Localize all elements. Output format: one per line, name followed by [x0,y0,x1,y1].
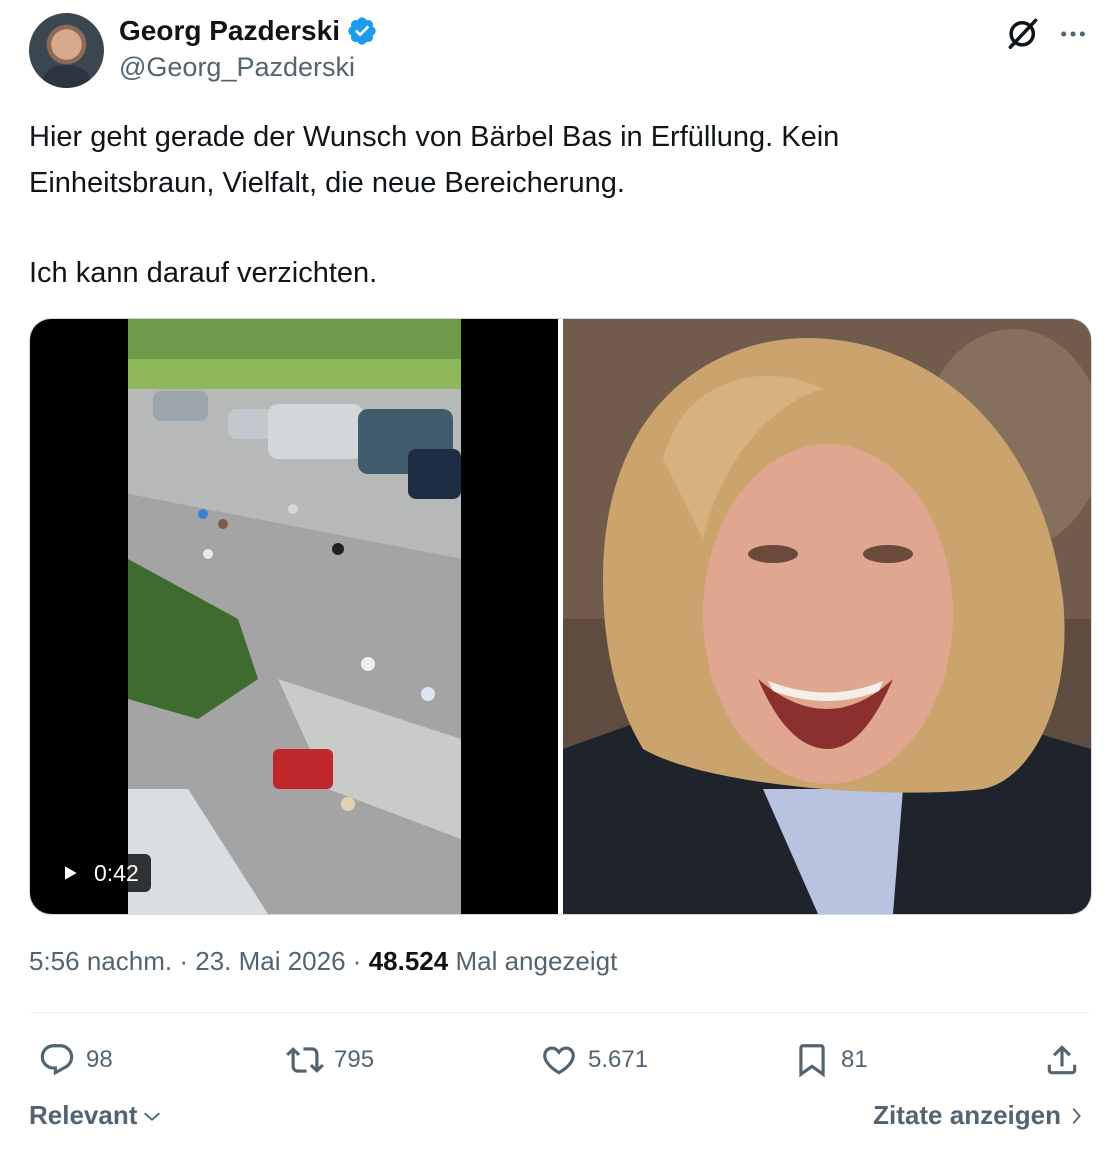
tweet-time[interactable]: 5:56 nachm. [29,946,172,976]
share-button[interactable] [1043,1035,1091,1085]
verified-badge-icon[interactable] [346,15,378,47]
like-button[interactable]: 5.671 [540,1035,648,1085]
divider [29,1012,1090,1013]
show-quotes-link[interactable]: Zitate anzeigen [873,1100,1087,1131]
tweet-date[interactable]: 23. Mai 2026 [195,946,345,976]
like-icon [543,1046,575,1075]
bookmark-count: 81 [841,1046,868,1073]
reply-count: 98 [86,1046,113,1073]
sort-dropdown[interactable]: Relevant [29,1100,163,1131]
reply-icon [40,1044,74,1076]
share-icon [1047,1045,1077,1075]
meta-separator: · [179,946,188,976]
photo-image [563,319,1091,914]
quotes-label: Zitate anzeigen [873,1100,1061,1130]
chevron-down-icon [144,1112,161,1121]
retweet-icon [286,1047,324,1073]
meta-separator: · [352,946,362,976]
tweet-meta: 5:56 nachm. · 23. Mai 2026 · 48.524 Mal … [29,946,617,977]
like-count: 5.671 [588,1046,649,1073]
tweet-text-line: Hier geht gerade der Wunsch von Bärbel B… [29,121,840,153]
tweet-text-line: Einheitsbraun, Vielfalt, die neue Bereic… [29,167,625,199]
tweet-header: Georg Pazderski @Georg_Pazderski [0,0,1117,100]
avatar[interactable] [29,13,104,88]
views-label: Mal angezeigt [455,946,618,976]
views-count: 48.524 [368,946,449,976]
retweet-button[interactable]: 795 [286,1035,374,1085]
grok-icon[interactable] [1004,14,1042,52]
reply-button[interactable]: 98 [38,1035,113,1085]
bookmark-icon [799,1044,825,1078]
retweet-count: 795 [334,1046,375,1073]
play-icon [65,866,77,880]
more-icon[interactable] [1057,18,1089,50]
tweet-text: Hier geht gerade der Wunsch von Bärbel B… [29,114,1089,296]
video-duration: 0:42 [94,859,139,886]
author-display-name[interactable]: Georg Pazderski [119,15,340,47]
author-handle[interactable]: @Georg_Pazderski [119,52,355,83]
video-thumbnail [128,319,461,914]
video-player[interactable]: 0:42 [30,319,558,914]
photo[interactable] [563,319,1091,914]
tweet-text-line: Ich kann darauf verzichten. [29,257,378,289]
bookmark-button[interactable]: 81 [793,1035,868,1085]
chevron-right-icon [1072,1107,1081,1124]
media-grid: 0:42 [29,318,1092,915]
author-name-row: Georg Pazderski [119,14,378,48]
video-duration-badge[interactable]: 0:42 [50,854,151,892]
sort-label: Relevant [29,1100,138,1130]
action-bar: 98 795 5.671 81 [0,1035,1117,1085]
